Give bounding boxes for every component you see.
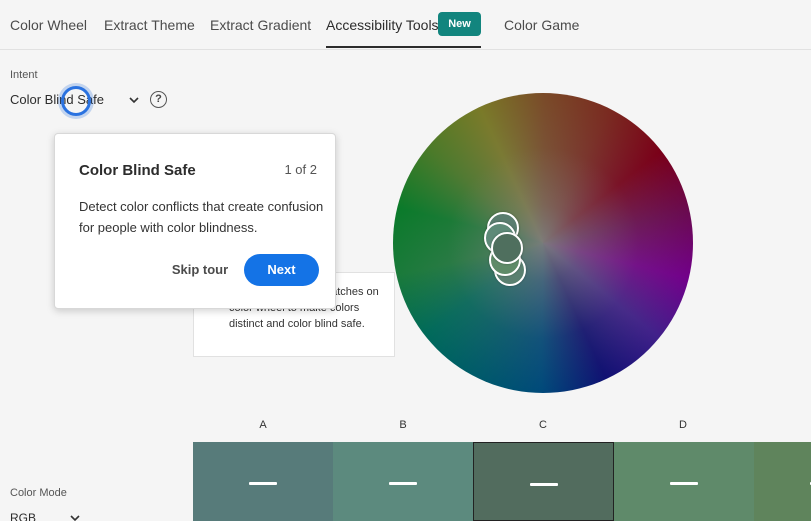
- tour-pulse-indicator: [61, 86, 91, 116]
- next-button[interactable]: Next: [244, 254, 319, 286]
- tab-accessibility-tools[interactable]: Accessibility Tools: [326, 17, 439, 33]
- swatch-dash: [389, 482, 417, 485]
- popover-description: Detect color conflicts that create confu…: [79, 199, 324, 235]
- chevron-down-icon[interactable]: [127, 93, 141, 107]
- swatch-label-c: C: [539, 419, 547, 431]
- color-handle[interactable]: [491, 232, 523, 264]
- chevron-down-icon[interactable]: [68, 511, 82, 521]
- tab-extract-theme[interactable]: Extract Theme: [104, 17, 195, 33]
- swatch-label-b: B: [399, 419, 407, 431]
- new-badge: New: [438, 12, 481, 36]
- swatch-dash: [249, 482, 277, 485]
- swatch-dash: [670, 482, 698, 485]
- swatch-dash: [530, 483, 558, 486]
- color-swatch-c[interactable]: [473, 442, 614, 521]
- popover-title: Color Blind Safe: [79, 162, 196, 179]
- color-swatch-e[interactable]: [754, 442, 811, 521]
- skip-tour-button[interactable]: Skip tour: [167, 260, 233, 280]
- color-swatch-b[interactable]: [333, 442, 473, 521]
- tab-extract-gradient[interactable]: Extract Gradient: [210, 17, 311, 33]
- color-mode-dropdown[interactable]: RGB: [10, 511, 36, 521]
- swatch-label-a: A: [259, 419, 267, 431]
- color-swatch-a[interactable]: [193, 442, 333, 521]
- color-swatch-d[interactable]: [614, 442, 754, 521]
- color-wheel[interactable]: [393, 93, 693, 393]
- active-tab-indicator: [326, 46, 481, 48]
- intent-label: Intent: [10, 69, 38, 81]
- tab-color-game[interactable]: Color Game: [504, 17, 579, 33]
- help-icon[interactable]: ?: [150, 91, 167, 108]
- tab-color-wheel[interactable]: Color Wheel: [10, 17, 87, 33]
- swatch-label-d: D: [679, 419, 687, 431]
- popover-step-count: 1 of 2: [284, 162, 317, 177]
- tab-bar: Color Wheel Extract Theme Extract Gradie…: [0, 0, 811, 50]
- color-mode-label: Color Mode: [10, 487, 67, 499]
- tour-popover: Color Blind Safe 1 of 2 Detect color con…: [54, 133, 336, 309]
